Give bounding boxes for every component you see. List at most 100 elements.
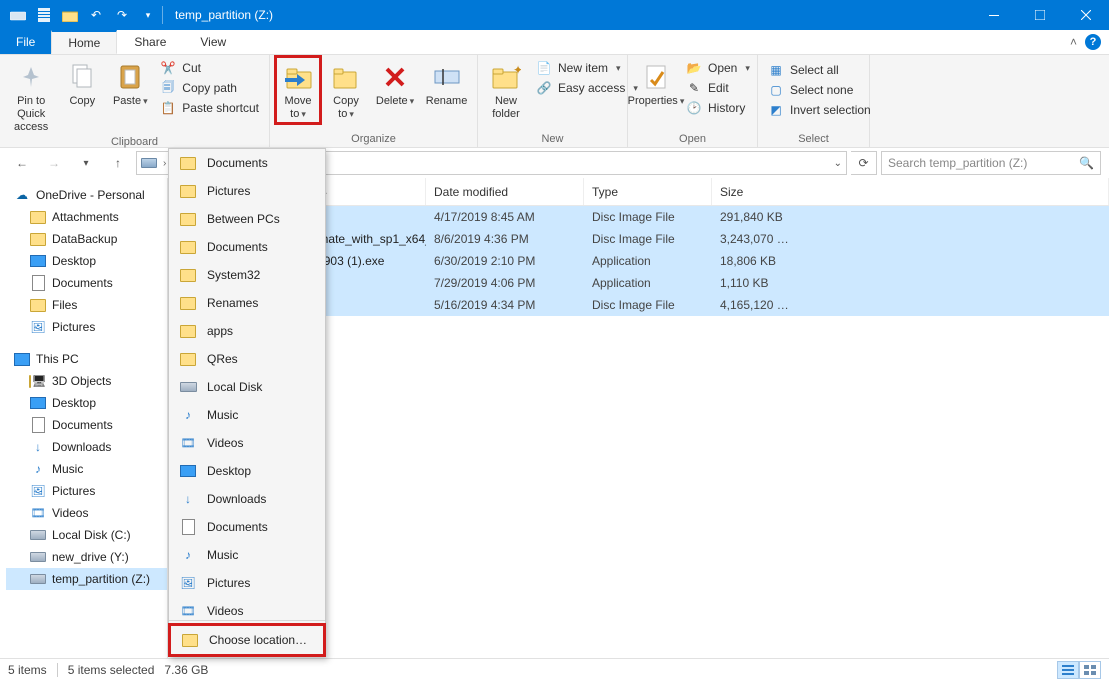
copy-to-button[interactable]: Copy to (324, 57, 368, 123)
properties-icon[interactable] (34, 5, 54, 25)
dropdown-item[interactable]: Desktop (169, 457, 325, 485)
dropdown-item-label: Downloads (207, 492, 266, 506)
paste-icon (114, 61, 146, 93)
tree-this-pc[interactable]: This PC (6, 348, 167, 370)
dropdown-item[interactable]: Documents (169, 233, 325, 261)
tab-file[interactable]: File (0, 30, 51, 54)
move-to-button[interactable]: Move to (276, 57, 320, 123)
tree-item[interactable]: Files (6, 294, 167, 316)
tree-item[interactable]: 🖼Pictures (6, 480, 167, 502)
tree-item[interactable]: temp_partition (Z:) (6, 568, 167, 590)
qat-dropdown-icon[interactable]: ▾ (138, 5, 158, 25)
tree-item-label: 3D Objects (52, 374, 111, 388)
rename-label: Rename (426, 95, 468, 108)
tree-item[interactable]: DataBackup (6, 228, 167, 250)
open-button[interactable]: 📂Open▾ (682, 59, 754, 77)
choose-location-item[interactable]: Choose location… (171, 626, 323, 654)
close-button[interactable] (1063, 0, 1109, 30)
column-type[interactable]: Type (584, 178, 712, 205)
dropdown-item-label: QRes (207, 352, 238, 366)
dropdown-item[interactable]: System32 (169, 261, 325, 289)
copy-path-icon: 🗐 (160, 80, 176, 96)
select-all-button[interactable]: ▦Select all (764, 61, 875, 79)
tab-home[interactable]: Home (51, 30, 117, 54)
search-box[interactable]: Search temp_partition (Z:) 🔍 (881, 151, 1101, 175)
icons-view-button[interactable] (1079, 661, 1101, 679)
column-date[interactable]: Date modified (426, 178, 584, 205)
tree-item-icon (30, 209, 46, 225)
invert-selection-button[interactable]: ◩Invert selection (764, 101, 875, 119)
details-view-button[interactable] (1057, 661, 1079, 679)
copy-button[interactable]: Copy (60, 57, 104, 110)
easy-access-button[interactable]: 🔗Easy access▾ (532, 79, 642, 97)
address-dropdown-icon[interactable]: ⌄ (834, 158, 842, 169)
dropdown-item[interactable]: Local Disk (169, 373, 325, 401)
dropdown-item[interactable]: Documents (169, 149, 325, 177)
collapse-ribbon-icon[interactable]: ˄ (1070, 35, 1077, 49)
new-item-button[interactable]: 📄New item▾ (532, 59, 642, 77)
title-bar: ↶ ↷ ▾ temp_partition (Z:) (0, 0, 1109, 30)
tree-item[interactable]: 🖼 Pictures (6, 316, 167, 338)
paste-button[interactable]: Paste (108, 57, 152, 110)
select-none-button[interactable]: ▢Select none (764, 81, 875, 99)
dropdown-item[interactable]: ↓Downloads (169, 485, 325, 513)
help-icon[interactable]: ? (1085, 34, 1101, 50)
dropdown-item-label: Pictures (207, 184, 250, 198)
history-button[interactable]: 🕑History (682, 99, 754, 117)
dropdown-item[interactable]: 🎞Videos (169, 597, 325, 618)
window-title: temp_partition (Z:) (175, 8, 273, 22)
tree-item[interactable]: Local Disk (C:) (6, 524, 167, 546)
up-button[interactable]: ↑ (104, 151, 132, 175)
rename-button[interactable]: Rename (422, 57, 471, 110)
forward-button[interactable]: → (40, 151, 68, 175)
column-size[interactable]: Size (712, 178, 1109, 205)
pin-to-quick-access-button[interactable]: Pin to Quick access (6, 57, 56, 136)
new-folder-icon[interactable] (60, 5, 80, 25)
redo-icon[interactable]: ↷ (112, 5, 132, 25)
dropdown-item[interactable]: ♪Music (169, 541, 325, 569)
new-folder-button[interactable]: ✦ New folder (484, 57, 528, 123)
dropdown-item[interactable]: ♪Music (169, 401, 325, 429)
chevron-right-icon: › (163, 158, 166, 169)
tree-item[interactable]: Documents (6, 414, 167, 436)
tree-item-icon: 🖼 (30, 319, 46, 335)
maximize-button[interactable] (1017, 0, 1063, 30)
tree-item[interactable]: Desktop (6, 250, 167, 272)
refresh-button[interactable]: ⟳ (851, 151, 877, 175)
dropdown-item[interactable]: apps (169, 317, 325, 345)
ribbon: Pin to Quick access Copy Paste ✂️Cut 🗐Co… (0, 55, 1109, 148)
recent-locations-button[interactable]: ▾ (72, 151, 100, 175)
tree-item[interactable]: ↓Downloads (6, 436, 167, 458)
tree-item-label: Pictures (52, 320, 95, 334)
edit-button[interactable]: ✎Edit (682, 79, 754, 97)
dropdown-item[interactable]: Renames (169, 289, 325, 317)
dropdown-item[interactable]: Pictures (169, 177, 325, 205)
tree-item[interactable]: Attachments (6, 206, 167, 228)
tree-item[interactable]: 🖥3D Objects (6, 370, 167, 392)
properties-button[interactable]: Properties (634, 57, 678, 110)
back-button[interactable]: ← (8, 151, 36, 175)
dropdown-item[interactable]: Documents (169, 513, 325, 541)
dropdown-item[interactable]: 🖼Pictures (169, 569, 325, 597)
tab-share[interactable]: Share (117, 30, 183, 54)
undo-icon[interactable]: ↶ (86, 5, 106, 25)
tree-item[interactable]: ♪Music (6, 458, 167, 480)
tab-view[interactable]: View (183, 30, 243, 54)
dropdown-item[interactable]: 🎞Videos (169, 429, 325, 457)
minimize-button[interactable] (971, 0, 1017, 30)
dropdown-item-icon (179, 183, 197, 199)
tree-item[interactable]: Desktop (6, 392, 167, 414)
tree-item[interactable]: Documents (6, 272, 167, 294)
copy-path-button[interactable]: 🗐Copy path (156, 79, 263, 97)
delete-button[interactable]: Delete (372, 57, 418, 110)
tree-item[interactable]: 🎞Videos (6, 502, 167, 524)
navigation-tree[interactable]: ☁OneDrive - Personal AttachmentsDataBack… (0, 178, 168, 658)
tree-item[interactable]: new_drive (Y:) (6, 546, 167, 568)
quick-access-toolbar: ↶ ↷ ▾ (0, 5, 158, 25)
dropdown-item[interactable]: QRes (169, 345, 325, 373)
tree-onedrive[interactable]: ☁OneDrive - Personal (6, 184, 167, 206)
dropdown-item[interactable]: Between PCs (169, 205, 325, 233)
dropdown-item-label: System32 (207, 268, 260, 282)
cut-button[interactable]: ✂️Cut (156, 59, 263, 77)
paste-shortcut-button[interactable]: 📋Paste shortcut (156, 99, 263, 117)
